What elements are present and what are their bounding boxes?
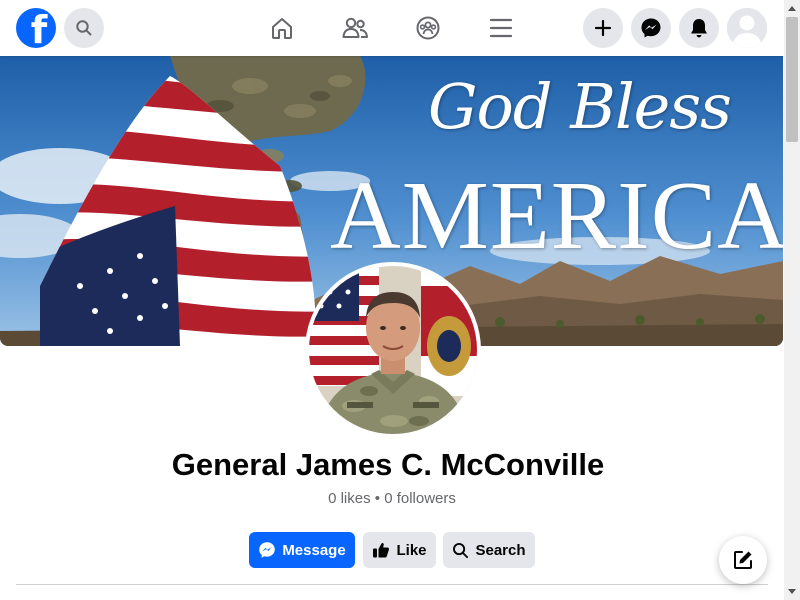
triangle-down-icon bbox=[788, 589, 796, 594]
account-button[interactable] bbox=[727, 8, 767, 48]
search-button-label: Search bbox=[475, 541, 526, 559]
bell-icon bbox=[691, 19, 707, 38]
like-button[interactable]: Like bbox=[363, 532, 436, 568]
menu-icon bbox=[489, 18, 513, 38]
nav-menu[interactable] bbox=[485, 12, 517, 44]
nav-friends[interactable] bbox=[339, 12, 371, 44]
page-stats: 0 likes • 0 followers bbox=[328, 490, 456, 507]
home-icon bbox=[272, 18, 292, 39]
thumbs-up-icon bbox=[373, 542, 390, 558]
cover-headline-line1: God Bless bbox=[428, 70, 732, 143]
messenger-icon bbox=[641, 18, 661, 38]
search-icon bbox=[453, 542, 469, 558]
nav-groups[interactable] bbox=[412, 12, 444, 44]
section-divider bbox=[16, 584, 768, 585]
create-button[interactable] bbox=[583, 8, 623, 48]
scroll-down-arrow[interactable] bbox=[784, 584, 800, 600]
avatar-icon bbox=[727, 8, 767, 48]
like-button-label: Like bbox=[396, 541, 427, 559]
vertical-scrollbar[interactable] bbox=[784, 0, 800, 600]
messenger-icon bbox=[259, 542, 276, 558]
friends-icon bbox=[342, 17, 368, 38]
message-button[interactable]: Message bbox=[249, 532, 355, 568]
search-button[interactable] bbox=[64, 8, 104, 48]
facebook-logo-letter: f bbox=[30, 8, 48, 48]
facebook-logo[interactable]: f bbox=[16, 8, 56, 48]
cover-headline-line2: AMERICA bbox=[330, 162, 783, 270]
triangle-up-icon bbox=[788, 6, 796, 11]
profile-photo-image bbox=[309, 266, 477, 434]
scroll-up-arrow[interactable] bbox=[784, 0, 800, 16]
nav-home[interactable] bbox=[266, 12, 298, 44]
top-navigation-bar: f bbox=[0, 0, 784, 56]
groups-icon bbox=[416, 16, 440, 40]
notifications-button[interactable] bbox=[679, 8, 719, 48]
plus-icon bbox=[594, 19, 612, 37]
search-page-button[interactable]: Search bbox=[443, 532, 535, 568]
new-message-button[interactable] bbox=[719, 536, 767, 584]
compose-icon bbox=[734, 551, 752, 569]
scrollbar-thumb[interactable] bbox=[786, 17, 798, 142]
search-icon bbox=[76, 20, 92, 36]
page-title: General James C. McConville bbox=[171, 447, 605, 482]
profile-picture[interactable] bbox=[305, 262, 481, 438]
messenger-button[interactable] bbox=[631, 8, 671, 48]
message-button-label: Message bbox=[282, 541, 346, 559]
